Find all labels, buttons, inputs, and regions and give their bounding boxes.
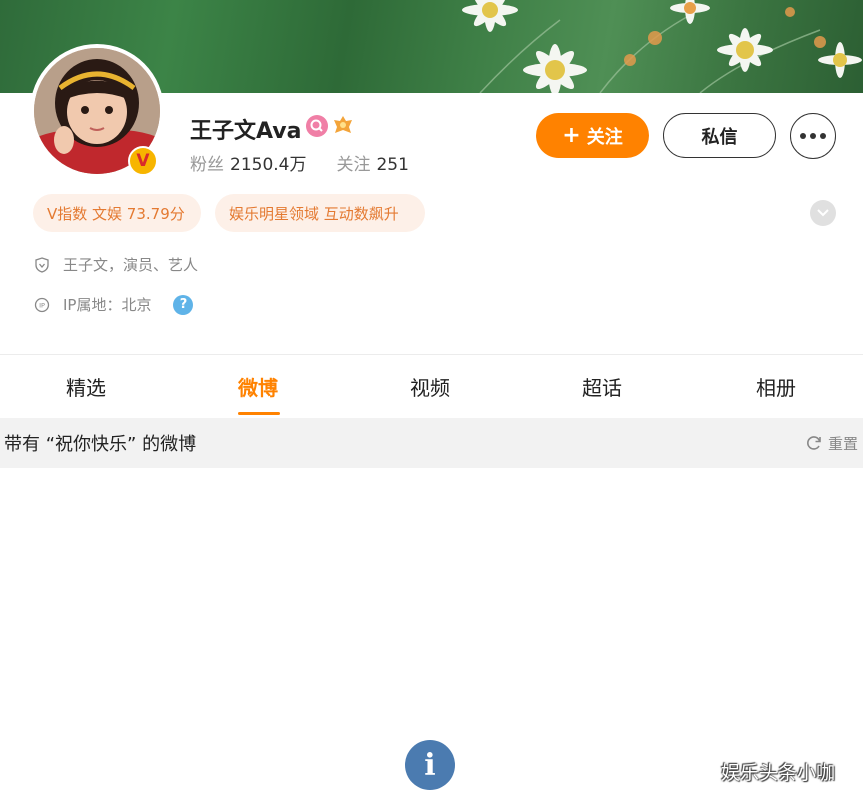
info-icon[interactable]: i [405,740,455,790]
following-label: 关注 [336,155,371,175]
profile-stats: 粉丝 2150.4万 关注 251 [190,150,409,175]
fans-label: 粉丝 [190,155,224,175]
follow-label: 关注 [586,126,623,148]
verification-info: 王子文，演员、艺人 [33,254,198,275]
message-button[interactable]: 私信 [663,113,776,158]
active-tab-indicator [238,412,280,415]
help-icon[interactable]: ? [173,294,194,315]
tab-super-topic[interactable]: 超话 [542,355,662,417]
following-count[interactable]: 251 [376,155,408,175]
trending-tag[interactable]: 娱乐明星领域 互动数飙升 [215,194,425,232]
more-dots-icon[interactable] [790,113,836,159]
profile-name: 王子文Ava [190,119,302,144]
fans-count[interactable]: 2150.4万 [230,155,306,175]
follow-button[interactable]: + 关注 [536,113,649,158]
tab-featured[interactable]: 精选 [26,355,146,417]
filter-text: 带有 “祝你快乐” 的微博 [4,434,197,455]
shield-icon [33,256,51,274]
tab-video[interactable]: 视频 [370,355,490,417]
profile-tabs: 精选 微博 视频 超话 相册 [0,355,863,417]
tab-album[interactable]: 相册 [716,355,836,417]
svg-text:IP: IP [39,301,45,309]
ip-location-info: IP IP属地：北京 ? [33,294,194,315]
v-index-tag[interactable]: V指数 文娱 73.79分 [33,194,201,232]
filter-bar: 带有 “祝你快乐” 的微博 重置 [0,418,863,468]
verified-badge-icon: V [128,146,158,176]
watermark: 娱乐头条小咖 [721,762,836,784]
reset-button[interactable]: 重置 [805,433,858,454]
crown-badge-icon[interactable] [332,114,354,136]
refresh-icon [805,434,823,452]
ip-location-icon: IP [33,296,51,314]
ip-location-text: IP属地：北京 [63,296,152,314]
reset-label: 重置 [827,434,858,453]
verification-text: 王子文，演员、艺人 [63,256,199,274]
plus-icon: + [562,123,581,148]
chevron-down-icon[interactable] [810,200,836,226]
tab-weibo[interactable]: 微博 [198,355,318,417]
search-badge-icon[interactable] [306,115,328,137]
